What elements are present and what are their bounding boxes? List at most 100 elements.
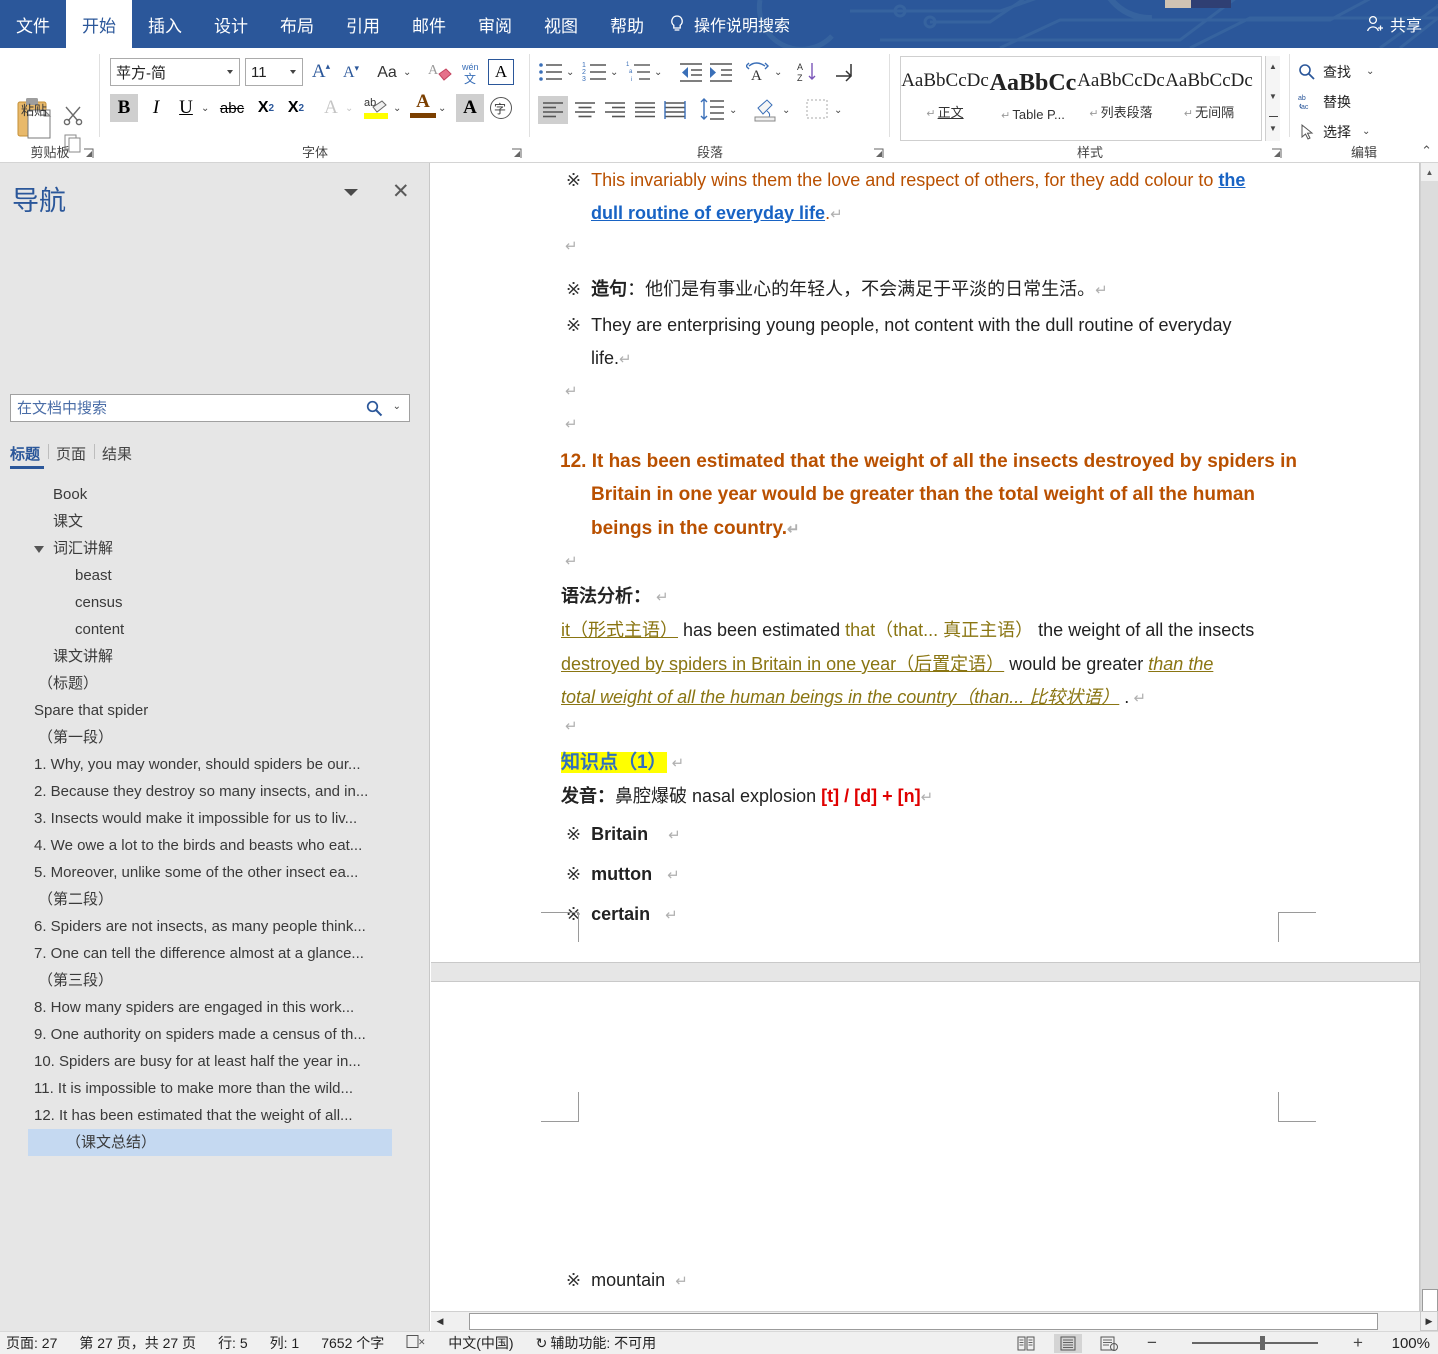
font-size-caret[interactable] <box>290 70 296 74</box>
tab-references[interactable]: 引用 <box>330 0 396 48</box>
search-icon[interactable] <box>366 400 383 417</box>
character-shading-button[interactable]: A <box>456 94 484 122</box>
styles-scroll-up-button[interactable]: ▲ <box>1266 56 1280 77</box>
replace-button[interactable]: ab ac 替换 <box>1298 92 1351 112</box>
clear-formatting-icon[interactable]: A <box>428 60 454 86</box>
vertical-scrollbar[interactable]: ▲ ▼ <box>1420 163 1438 1331</box>
nav-heading-item[interactable]: Spare that spider <box>0 697 430 724</box>
select-button[interactable]: 选择 ⌄ <box>1298 122 1370 142</box>
document-page-1[interactable]: ※ This invariably wins them the love and… <box>431 163 1420 963</box>
tab-layout[interactable]: 布局 <box>264 0 330 48</box>
nav-heading-item[interactable]: （标题） <box>0 670 430 697</box>
navigation-pane-menu-caret[interactable] <box>344 189 358 196</box>
navigation-search-box[interactable]: ⌄ <box>10 394 410 422</box>
text-effects-caret[interactable]: ⌄ <box>345 104 353 114</box>
scroll-left-button[interactable]: ◀ <box>431 1312 449 1331</box>
multilevel-caret[interactable]: ⌄ <box>654 68 662 78</box>
tab-file[interactable]: 文件 <box>0 0 66 48</box>
web-layout-view-button[interactable] <box>1096 1334 1124 1353</box>
tab-insert[interactable]: 插入 <box>132 0 198 48</box>
tab-view[interactable]: 视图 <box>528 0 594 48</box>
align-center-button[interactable] <box>570 96 600 124</box>
nav-heading-item[interactable]: 2. Because they destroy so many insects,… <box>0 778 430 805</box>
style-item-0[interactable]: AaBbCcDc ↵ 正文 <box>901 57 989 140</box>
status-line[interactable]: 行: 5 <box>218 1333 248 1353</box>
horizontal-scroll-thumb[interactable] <box>469 1313 1378 1330</box>
scroll-up-button[interactable]: ▲ <box>1421 163 1438 181</box>
borders-caret[interactable]: ⌄ <box>834 106 842 116</box>
shrink-font-button[interactable]: A ▾ <box>338 61 364 85</box>
nav-heading-item[interactable]: 11. It is impossible to make more than t… <box>0 1075 430 1102</box>
font-dialog-launcher[interactable] <box>511 148 522 159</box>
nav-heading-item[interactable]: 7. One can tell the difference almost at… <box>0 940 430 967</box>
print-layout-view-button[interactable] <box>1054 1333 1082 1353</box>
nav-heading-item[interactable]: 词汇讲解 <box>0 535 430 562</box>
change-case-button[interactable]: Aa <box>372 61 402 85</box>
align-left-button[interactable] <box>538 96 568 124</box>
status-page-detail[interactable]: 第 27 页，共 27 页 <box>79 1333 196 1353</box>
nav-tab-pages[interactable]: 页面 <box>56 443 102 472</box>
phonetic-guide-icon[interactable]: wén 文 <box>458 59 484 86</box>
nav-heading-item[interactable]: 课文 <box>0 508 430 535</box>
status-language[interactable]: 中文(中国) <box>448 1333 513 1353</box>
styles-more-button[interactable]: ▼ <box>1266 118 1280 139</box>
nav-heading-item[interactable]: 9. One authority on spiders made a censu… <box>0 1021 430 1048</box>
styles-gallery-scrollbar[interactable]: ▲ ▼ ▼ <box>1265 56 1280 141</box>
nav-heading-item[interactable]: （第一段） <box>0 724 430 751</box>
tab-review[interactable]: 审阅 <box>462 0 528 48</box>
style-item-3[interactable]: AaBbCcDc ↵ 无间隔 <box>1165 57 1253 140</box>
font-color-button[interactable]: A <box>410 92 436 118</box>
numbering-icon[interactable]: 123 <box>582 60 608 84</box>
document-page-2[interactable]: ※ mountain ↵ ※ didn’t ↵ ※ student ↵ ↵ （课… <box>431 981 1420 1331</box>
collapse-ribbon-button[interactable]: ⌃ <box>1421 143 1432 159</box>
decrease-indent-icon[interactable] <box>678 60 704 84</box>
document-canvas[interactable]: ※ This invariably wins them the love and… <box>431 163 1438 1331</box>
styles-gallery[interactable]: AaBbCcDc ↵ 正文 AaBbCc ↵ Table P... AaBbCcDc… <box>900 56 1262 141</box>
strikethrough-button[interactable]: abc <box>216 94 248 122</box>
zoom-in-button[interactable]: + <box>1344 1333 1372 1353</box>
scroll-right-button[interactable]: ▶ <box>1420 1311 1438 1331</box>
collapse-triangle-icon[interactable] <box>34 546 44 553</box>
status-accessibility[interactable]: ↻ 辅助功能: 不可用 <box>536 1333 657 1353</box>
search-options-caret[interactable]: ⌄ <box>393 402 401 412</box>
grow-font-button[interactable]: A ▴ <box>308 59 334 85</box>
cut-scissors-icon[interactable] <box>62 104 84 126</box>
zoom-level-label[interactable]: 100% <box>1386 1335 1430 1352</box>
shading-caret[interactable]: ⌄ <box>782 106 790 116</box>
styles-dialog-launcher[interactable] <box>1271 148 1282 159</box>
enclose-character-icon[interactable]: 字 <box>488 95 514 121</box>
asian-layout-caret[interactable]: ⌄ <box>774 68 782 78</box>
proofing-errors-icon[interactable]: ✕ <box>406 1334 426 1352</box>
nav-heading-item[interactable]: （第二段） <box>0 886 430 913</box>
zoom-slider[interactable] <box>1180 1336 1330 1350</box>
ribbon-tab-strip[interactable]: 文件 开始 插入 设计 布局 引用 邮件 审阅 视图 帮助 操作说明搜索 <box>0 0 790 48</box>
bullets-caret[interactable]: ⌄ <box>566 68 574 78</box>
font-color-caret[interactable]: ⌄ <box>438 104 446 114</box>
distributed-align-button[interactable] <box>660 96 690 124</box>
search-input[interactable] <box>11 398 341 418</box>
character-border-button[interactable]: A <box>488 59 514 85</box>
nav-heading-item[interactable]: 8. How many spiders are engaged in this … <box>0 994 430 1021</box>
increase-indent-icon[interactable] <box>708 60 734 84</box>
paste-label[interactable]: 粘贴 <box>8 100 60 119</box>
sort-asian-layout-icon[interactable]: A <box>746 60 772 84</box>
change-case-caret[interactable]: ⌄ <box>403 68 411 78</box>
vertical-scroll-track[interactable] <box>1421 181 1438 1313</box>
line-spacing-icon[interactable] <box>700 96 726 122</box>
nav-heading-item[interactable]: Book <box>0 481 430 508</box>
nav-heading-item[interactable]: beast <box>0 562 430 589</box>
text-effects-button[interactable]: A <box>318 94 344 122</box>
navigation-pane-close-icon[interactable]: ✕ <box>392 181 410 202</box>
tab-design[interactable]: 设计 <box>198 0 264 48</box>
numbering-caret[interactable]: ⌄ <box>610 68 618 78</box>
shading-icon[interactable] <box>752 96 778 122</box>
nav-heading-item[interactable]: 5. Moreover, unlike some of the other in… <box>0 859 430 886</box>
zoom-out-button[interactable]: − <box>1138 1333 1166 1353</box>
borders-icon[interactable] <box>804 96 830 122</box>
subscript-button[interactable]: X2 <box>252 94 280 122</box>
style-item-1[interactable]: AaBbCc ↵ Table P... <box>989 57 1077 140</box>
paragraph-dialog-launcher[interactable] <box>873 148 884 159</box>
superscript-button[interactable]: X2 <box>282 94 310 122</box>
share-button[interactable]: 共享 <box>1364 12 1422 36</box>
tell-me-search[interactable]: 操作说明搜索 <box>660 0 790 48</box>
